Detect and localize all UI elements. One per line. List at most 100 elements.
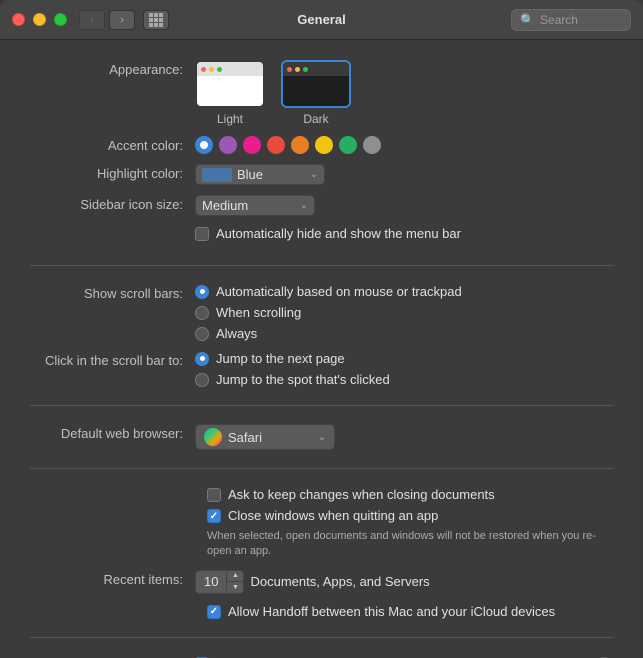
stepper-down[interactable]: ▼ bbox=[227, 582, 243, 593]
highlight-value: Blue bbox=[237, 167, 263, 182]
scroll-bars-options: Automatically based on mouse or trackpad… bbox=[195, 284, 462, 341]
sidebar-icon-content: Medium ⌄ bbox=[195, 195, 613, 216]
scroll-bars-label: Show scroll bars: bbox=[30, 284, 195, 301]
scroll-next-page-row[interactable]: Jump to the next page bbox=[195, 351, 390, 366]
handoff-row: Allow Handoff between this Mac and your … bbox=[207, 604, 613, 619]
recent-items-label: Recent items: bbox=[30, 570, 195, 587]
sidebar-icon-arrow: ⌄ bbox=[300, 200, 308, 211]
divider-1 bbox=[30, 265, 613, 266]
forward-button[interactable]: › bbox=[109, 10, 135, 30]
menu-bar-checkbox[interactable] bbox=[195, 227, 209, 241]
forward-icon: › bbox=[120, 14, 124, 26]
accent-pink[interactable] bbox=[243, 136, 261, 154]
appearance-dark[interactable]: Dark bbox=[281, 60, 351, 126]
accent-graphite[interactable] bbox=[363, 136, 381, 154]
divider-4 bbox=[30, 637, 613, 638]
scroll-auto-label: Automatically based on mouse or trackpad bbox=[216, 284, 462, 299]
recent-items-content: 10 ▲ ▼ Documents, Apps, and Servers bbox=[195, 570, 613, 594]
search-input[interactable] bbox=[540, 13, 630, 27]
accent-purple[interactable] bbox=[219, 136, 237, 154]
scroll-auto-row[interactable]: Automatically based on mouse or trackpad bbox=[195, 284, 462, 299]
accent-yellow[interactable] bbox=[315, 136, 333, 154]
accent-label: Accent color: bbox=[30, 136, 195, 153]
titlebar: ‹ › General 🔍 bbox=[0, 0, 643, 40]
handoff-checkbox[interactable] bbox=[207, 605, 221, 619]
scroll-click-row: Click in the scroll bar to: Jump to the … bbox=[30, 351, 613, 387]
close-windows-row: Close windows when quitting an app bbox=[207, 508, 613, 523]
browser-label: Default web browser: bbox=[30, 424, 195, 441]
appearance-light-label: Light bbox=[217, 112, 243, 126]
menu-bar-checkbox-row: Automatically hide and show the menu bar bbox=[195, 226, 461, 241]
scroll-always-row[interactable]: Always bbox=[195, 326, 462, 341]
scroll-spot-radio[interactable] bbox=[195, 373, 209, 387]
stepper-up[interactable]: ▲ bbox=[227, 571, 243, 582]
accent-row: Accent color: bbox=[30, 136, 613, 154]
close-button[interactable] bbox=[12, 13, 25, 26]
maximize-button[interactable] bbox=[54, 13, 67, 26]
recent-items-stepper[interactable]: 10 ▲ ▼ bbox=[195, 570, 244, 594]
appearance-label: Appearance: bbox=[30, 60, 195, 77]
menu-bar-label-spacer bbox=[30, 226, 195, 228]
browser-content: Safari ⌄ bbox=[195, 424, 613, 450]
accent-green[interactable] bbox=[339, 136, 357, 154]
divider-2 bbox=[30, 405, 613, 406]
back-button[interactable]: ‹ bbox=[79, 10, 105, 30]
scroll-click-label: Click in the scroll bar to: bbox=[30, 351, 195, 368]
scroll-always-label: Always bbox=[216, 326, 257, 341]
scroll-spot-label: Jump to the spot that's clicked bbox=[216, 372, 390, 387]
scroll-bars-content: Automatically based on mouse or trackpad… bbox=[195, 284, 613, 341]
nav-buttons: ‹ › bbox=[79, 10, 135, 30]
minimize-button[interactable] bbox=[33, 13, 46, 26]
accent-orange[interactable] bbox=[291, 136, 309, 154]
window: ‹ › General 🔍 Appearance: bbox=[0, 0, 643, 658]
browser-dropdown[interactable]: Safari ⌄ bbox=[195, 424, 335, 450]
appearance-options: Light bbox=[195, 60, 613, 126]
close-windows-checkbox[interactable] bbox=[207, 509, 221, 523]
scroll-scrolling-row[interactable]: When scrolling bbox=[195, 305, 462, 320]
grid-icon bbox=[149, 13, 163, 27]
sidebar-icon-label: Sidebar icon size: bbox=[30, 195, 195, 212]
close-docs-row: Ask to keep changes when closing documen… bbox=[207, 487, 613, 502]
stepper-value: 10 bbox=[196, 572, 227, 591]
menu-bar-content: Automatically hide and show the menu bar bbox=[195, 226, 613, 247]
scroll-scrolling-label: When scrolling bbox=[216, 305, 301, 320]
sidebar-icon-row: Sidebar icon size: Medium ⌄ bbox=[30, 195, 613, 216]
highlight-row: Highlight color: Blue ⌄ bbox=[30, 164, 613, 185]
accent-blue[interactable] bbox=[195, 136, 213, 154]
highlight-content: Blue ⌄ bbox=[195, 164, 613, 185]
highlight-dropdown[interactable]: Blue ⌄ bbox=[195, 164, 325, 185]
highlight-label: Highlight color: bbox=[30, 164, 195, 181]
accent-colors bbox=[195, 136, 613, 154]
recent-items-row: Recent items: 10 ▲ ▼ Documents, Apps, an… bbox=[30, 570, 613, 594]
grid-button[interactable] bbox=[143, 10, 169, 30]
stepper-buttons: ▲ ▼ bbox=[227, 571, 243, 593]
menu-bar-row: Automatically hide and show the menu bar bbox=[30, 226, 613, 247]
accent-red[interactable] bbox=[267, 136, 285, 154]
menu-bar-text: Automatically hide and show the menu bar bbox=[216, 226, 461, 241]
search-box[interactable]: 🔍 bbox=[511, 9, 631, 31]
scroll-next-page-radio[interactable] bbox=[195, 352, 209, 366]
scroll-click-content: Jump to the next page Jump to the spot t… bbox=[195, 351, 613, 387]
sidebar-icon-value: Medium bbox=[202, 198, 248, 213]
appearance-dark-thumb bbox=[281, 60, 351, 108]
search-icon: 🔍 bbox=[520, 13, 535, 27]
browser-value: Safari bbox=[228, 430, 262, 445]
sidebar-icon-dropdown[interactable]: Medium ⌄ bbox=[195, 195, 315, 216]
highlight-swatch bbox=[202, 168, 232, 182]
close-docs-checkbox[interactable] bbox=[207, 488, 221, 502]
appearance-row: Appearance: bbox=[30, 60, 613, 126]
appearance-light[interactable]: Light bbox=[195, 60, 265, 126]
browser-arrow: ⌄ bbox=[318, 432, 326, 443]
close-windows-sublabel: When selected, open documents and window… bbox=[207, 529, 613, 560]
scroll-scrolling-radio[interactable] bbox=[195, 306, 209, 320]
appearance-light-thumb bbox=[195, 60, 265, 108]
content: Appearance: bbox=[0, 40, 643, 658]
scroll-always-radio[interactable] bbox=[195, 327, 209, 341]
close-windows-text: Close windows when quitting an app bbox=[228, 508, 438, 523]
scroll-spot-row[interactable]: Jump to the spot that's clicked bbox=[195, 372, 390, 387]
scroll-auto-radio[interactable] bbox=[195, 285, 209, 299]
handoff-text: Allow Handoff between this Mac and your … bbox=[228, 604, 555, 619]
traffic-lights bbox=[12, 13, 67, 26]
browser-row: Default web browser: Safari ⌄ bbox=[30, 424, 613, 450]
recent-items-suffix: Documents, Apps, and Servers bbox=[250, 574, 429, 589]
